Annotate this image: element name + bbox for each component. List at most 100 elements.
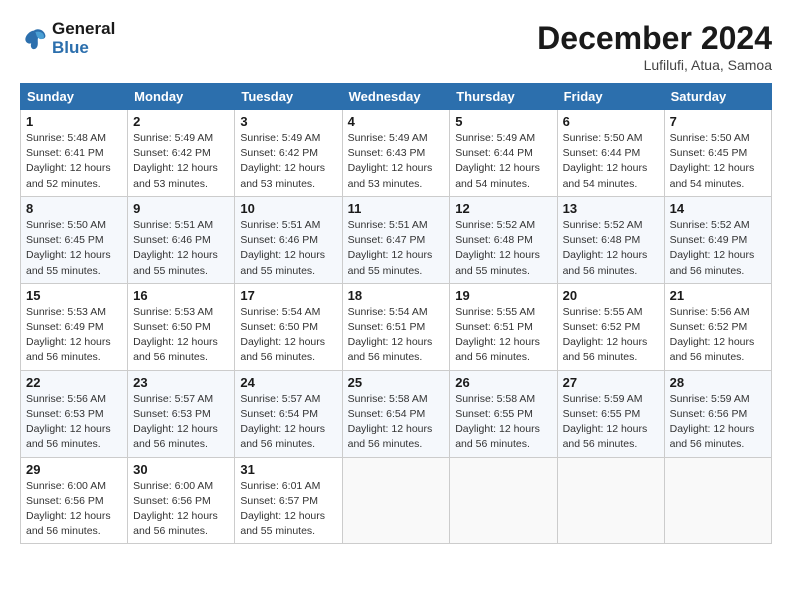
- col-friday: Friday: [557, 84, 664, 110]
- day-detail: Sunrise: 5:58 AMSunset: 6:54 PMDaylight:…: [348, 393, 433, 451]
- col-sunday: Sunday: [21, 84, 128, 110]
- day-number: 13: [563, 201, 659, 216]
- day-detail: Sunrise: 5:55 AMSunset: 6:51 PMDaylight:…: [455, 306, 540, 364]
- day-detail: Sunrise: 5:50 AMSunset: 6:44 PMDaylight:…: [563, 132, 648, 190]
- week-row-1: 1 Sunrise: 5:48 AMSunset: 6:41 PMDayligh…: [21, 110, 772, 197]
- day-number: 7: [670, 114, 766, 129]
- calendar-cell: 7 Sunrise: 5:50 AMSunset: 6:45 PMDayligh…: [664, 110, 771, 197]
- week-row-2: 8 Sunrise: 5:50 AMSunset: 6:45 PMDayligh…: [21, 196, 772, 283]
- week-row-5: 29 Sunrise: 6:00 AMSunset: 6:56 PMDaylig…: [21, 457, 772, 544]
- day-detail: Sunrise: 5:50 AMSunset: 6:45 PMDaylight:…: [26, 219, 111, 277]
- calendar-cell: 11 Sunrise: 5:51 AMSunset: 6:47 PMDaylig…: [342, 196, 450, 283]
- day-detail: Sunrise: 5:53 AMSunset: 6:49 PMDaylight:…: [26, 306, 111, 364]
- calendar-cell: 3 Sunrise: 5:49 AMSunset: 6:42 PMDayligh…: [235, 110, 342, 197]
- day-number: 22: [26, 375, 122, 390]
- day-number: 23: [133, 375, 229, 390]
- calendar-cell: 6 Sunrise: 5:50 AMSunset: 6:44 PMDayligh…: [557, 110, 664, 197]
- calendar-cell: 29 Sunrise: 6:00 AMSunset: 6:56 PMDaylig…: [21, 457, 128, 544]
- day-detail: Sunrise: 5:51 AMSunset: 6:46 PMDaylight:…: [240, 219, 325, 277]
- col-wednesday: Wednesday: [342, 84, 450, 110]
- week-row-4: 22 Sunrise: 5:56 AMSunset: 6:53 PMDaylig…: [21, 370, 772, 457]
- day-number: 25: [348, 375, 445, 390]
- logo-text: General Blue: [52, 20, 115, 57]
- logo-icon: [20, 25, 48, 53]
- day-detail: Sunrise: 5:50 AMSunset: 6:45 PMDaylight:…: [670, 132, 755, 190]
- day-detail: Sunrise: 5:51 AMSunset: 6:46 PMDaylight:…: [133, 219, 218, 277]
- calendar-cell: 21 Sunrise: 5:56 AMSunset: 6:52 PMDaylig…: [664, 283, 771, 370]
- calendar-cell: 1 Sunrise: 5:48 AMSunset: 6:41 PMDayligh…: [21, 110, 128, 197]
- calendar-cell: 28 Sunrise: 5:59 AMSunset: 6:56 PMDaylig…: [664, 370, 771, 457]
- day-detail: Sunrise: 5:56 AMSunset: 6:53 PMDaylight:…: [26, 393, 111, 451]
- day-number: 24: [240, 375, 336, 390]
- day-detail: Sunrise: 5:59 AMSunset: 6:56 PMDaylight:…: [670, 393, 755, 451]
- day-number: 17: [240, 288, 336, 303]
- day-detail: Sunrise: 5:52 AMSunset: 6:49 PMDaylight:…: [670, 219, 755, 277]
- calendar-cell: 23 Sunrise: 5:57 AMSunset: 6:53 PMDaylig…: [128, 370, 235, 457]
- day-number: 2: [133, 114, 229, 129]
- page-header: General Blue December 2024 Lufilufi, Atu…: [20, 20, 772, 73]
- day-detail: Sunrise: 5:57 AMSunset: 6:54 PMDaylight:…: [240, 393, 325, 451]
- day-number: 1: [26, 114, 122, 129]
- day-detail: Sunrise: 5:59 AMSunset: 6:55 PMDaylight:…: [563, 393, 648, 451]
- day-number: 6: [563, 114, 659, 129]
- calendar-cell: 12 Sunrise: 5:52 AMSunset: 6:48 PMDaylig…: [450, 196, 557, 283]
- month-title: December 2024: [537, 20, 772, 57]
- calendar-cell: 25 Sunrise: 5:58 AMSunset: 6:54 PMDaylig…: [342, 370, 450, 457]
- day-number: 16: [133, 288, 229, 303]
- day-number: 19: [455, 288, 551, 303]
- calendar-cell: 31 Sunrise: 6:01 AMSunset: 6:57 PMDaylig…: [235, 457, 342, 544]
- day-number: 29: [26, 462, 122, 477]
- day-detail: Sunrise: 5:49 AMSunset: 6:43 PMDaylight:…: [348, 132, 433, 190]
- day-detail: Sunrise: 5:53 AMSunset: 6:50 PMDaylight:…: [133, 306, 218, 364]
- calendar-cell: 18 Sunrise: 5:54 AMSunset: 6:51 PMDaylig…: [342, 283, 450, 370]
- col-tuesday: Tuesday: [235, 84, 342, 110]
- day-detail: Sunrise: 5:54 AMSunset: 6:51 PMDaylight:…: [348, 306, 433, 364]
- col-thursday: Thursday: [450, 84, 557, 110]
- col-saturday: Saturday: [664, 84, 771, 110]
- day-number: 11: [348, 201, 445, 216]
- title-block: December 2024 Lufilufi, Atua, Samoa: [537, 20, 772, 73]
- calendar-cell: 5 Sunrise: 5:49 AMSunset: 6:44 PMDayligh…: [450, 110, 557, 197]
- day-number: 4: [348, 114, 445, 129]
- calendar-cell: [664, 457, 771, 544]
- day-detail: Sunrise: 6:01 AMSunset: 6:57 PMDaylight:…: [240, 480, 325, 538]
- calendar-cell: 26 Sunrise: 5:58 AMSunset: 6:55 PMDaylig…: [450, 370, 557, 457]
- day-detail: Sunrise: 5:51 AMSunset: 6:47 PMDaylight:…: [348, 219, 433, 277]
- day-number: 9: [133, 201, 229, 216]
- calendar-header-row: Sunday Monday Tuesday Wednesday Thursday…: [21, 84, 772, 110]
- day-detail: Sunrise: 5:57 AMSunset: 6:53 PMDaylight:…: [133, 393, 218, 451]
- day-detail: Sunrise: 5:49 AMSunset: 6:44 PMDaylight:…: [455, 132, 540, 190]
- col-monday: Monday: [128, 84, 235, 110]
- day-detail: Sunrise: 5:56 AMSunset: 6:52 PMDaylight:…: [670, 306, 755, 364]
- day-detail: Sunrise: 5:55 AMSunset: 6:52 PMDaylight:…: [563, 306, 648, 364]
- day-number: 27: [563, 375, 659, 390]
- calendar-cell: 15 Sunrise: 5:53 AMSunset: 6:49 PMDaylig…: [21, 283, 128, 370]
- day-number: 20: [563, 288, 659, 303]
- day-number: 18: [348, 288, 445, 303]
- day-detail: Sunrise: 5:54 AMSunset: 6:50 PMDaylight:…: [240, 306, 325, 364]
- day-number: 12: [455, 201, 551, 216]
- day-detail: Sunrise: 5:49 AMSunset: 6:42 PMDaylight:…: [133, 132, 218, 190]
- day-number: 31: [240, 462, 336, 477]
- day-detail: Sunrise: 5:58 AMSunset: 6:55 PMDaylight:…: [455, 393, 540, 451]
- calendar-cell: 4 Sunrise: 5:49 AMSunset: 6:43 PMDayligh…: [342, 110, 450, 197]
- day-detail: Sunrise: 6:00 AMSunset: 6:56 PMDaylight:…: [26, 480, 111, 538]
- day-detail: Sunrise: 5:48 AMSunset: 6:41 PMDaylight:…: [26, 132, 111, 190]
- calendar-cell: 24 Sunrise: 5:57 AMSunset: 6:54 PMDaylig…: [235, 370, 342, 457]
- calendar-cell: 2 Sunrise: 5:49 AMSunset: 6:42 PMDayligh…: [128, 110, 235, 197]
- calendar-cell: 9 Sunrise: 5:51 AMSunset: 6:46 PMDayligh…: [128, 196, 235, 283]
- calendar-cell: 10 Sunrise: 5:51 AMSunset: 6:46 PMDaylig…: [235, 196, 342, 283]
- day-number: 26: [455, 375, 551, 390]
- day-detail: Sunrise: 5:49 AMSunset: 6:42 PMDaylight:…: [240, 132, 325, 190]
- calendar-cell: 20 Sunrise: 5:55 AMSunset: 6:52 PMDaylig…: [557, 283, 664, 370]
- calendar-cell: 13 Sunrise: 5:52 AMSunset: 6:48 PMDaylig…: [557, 196, 664, 283]
- day-number: 15: [26, 288, 122, 303]
- calendar-cell: 8 Sunrise: 5:50 AMSunset: 6:45 PMDayligh…: [21, 196, 128, 283]
- logo: General Blue: [20, 20, 115, 57]
- calendar-cell: 19 Sunrise: 5:55 AMSunset: 6:51 PMDaylig…: [450, 283, 557, 370]
- day-detail: Sunrise: 5:52 AMSunset: 6:48 PMDaylight:…: [563, 219, 648, 277]
- day-number: 10: [240, 201, 336, 216]
- day-number: 8: [26, 201, 122, 216]
- calendar-cell: 30 Sunrise: 6:00 AMSunset: 6:56 PMDaylig…: [128, 457, 235, 544]
- day-detail: Sunrise: 6:00 AMSunset: 6:56 PMDaylight:…: [133, 480, 218, 538]
